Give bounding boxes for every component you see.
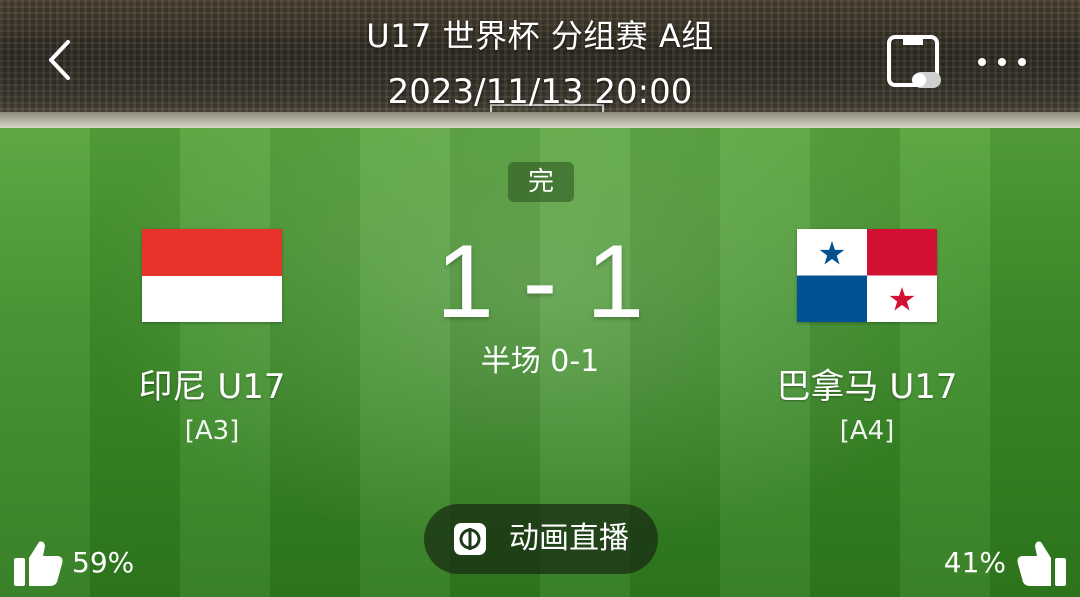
flag-red-band [142, 229, 282, 276]
indonesia-flag[interactable] [142, 229, 282, 322]
away-vote-button[interactable]: 41% [944, 538, 1066, 588]
animation-live-label: 动画直播 [509, 521, 629, 556]
animation-live-icon [454, 523, 486, 555]
away-vote-percent: 41% [943, 546, 1006, 579]
match-title: U17 世界杯 分组赛 A组 [366, 17, 714, 55]
halftime-score: 半场 0-1 [480, 344, 600, 379]
home-vote-percent: 59% [72, 546, 135, 579]
animation-live-button[interactable]: 动画直播 [424, 504, 658, 574]
away-team-group: [A4] [839, 416, 895, 446]
home-vote-button[interactable]: 59% [14, 538, 134, 588]
more-button[interactable] [972, 40, 1032, 84]
chevron-left-icon [49, 40, 70, 80]
picture-in-picture-icon [887, 35, 941, 88]
away-team-name[interactable]: 巴拿马 U17 [717, 365, 1017, 409]
thumbs-up-icon [1017, 541, 1066, 586]
more-dots-icon [978, 58, 1026, 66]
home-team-name[interactable]: 印尼 U17 [62, 365, 362, 409]
flag-white-band [142, 275, 282, 322]
panama-flag[interactable] [797, 229, 937, 322]
home-team-group: [A3] [184, 416, 240, 446]
thumbs-up-icon [14, 541, 63, 586]
match-datetime: 2023/11/13 20:00 [387, 72, 693, 112]
back-button[interactable] [42, 38, 76, 82]
pip-button[interactable] [886, 34, 942, 90]
match-score: 1 - 1 [435, 224, 645, 340]
stadium-ridge [0, 112, 1080, 128]
match-status-badge: 完 [508, 162, 574, 202]
